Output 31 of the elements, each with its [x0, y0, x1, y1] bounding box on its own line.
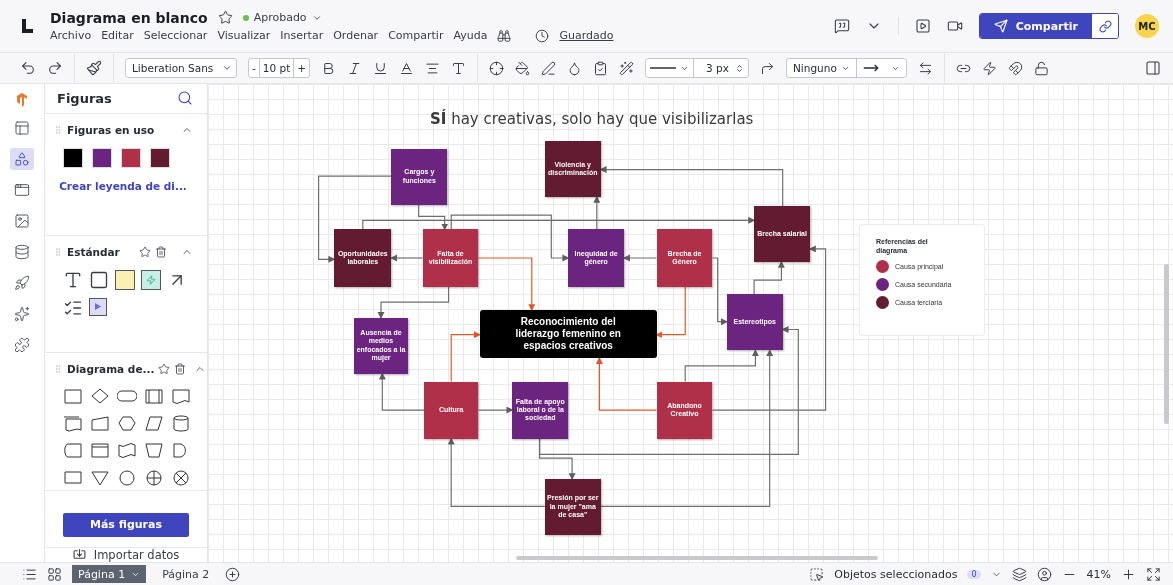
font-size-field[interactable]: 10 pt	[259, 59, 295, 77]
section-title[interactable]: Diagrama de...	[67, 362, 155, 375]
font-dropdown[interactable]: Liberation Sans	[125, 58, 237, 78]
increase-size-button[interactable]: +	[294, 59, 310, 77]
menu-item[interactable]: Seleccionar	[143, 29, 208, 42]
user-avatar[interactable]: MC	[1135, 14, 1159, 38]
page-tab[interactable]: Página 2	[156, 565, 216, 583]
create-legend-link[interactable]: Crear leyenda de di...	[53, 179, 193, 192]
menu-item[interactable]: Visualizar	[217, 29, 271, 42]
selection-count: 0	[967, 569, 981, 579]
menu-item[interactable]: Ordenar	[333, 29, 379, 42]
section-title[interactable]: Figuras en uso	[67, 123, 167, 136]
decrease-size-button[interactable]: -	[249, 59, 260, 77]
more-shapes-button[interactable]: Más figuras	[63, 513, 189, 537]
diagram-node: Reconocimiento del liderazgo femenino en espacios creativos	[479, 310, 657, 359]
share-button[interactable]: Compartir	[979, 14, 1092, 38]
menu-item[interactable]: Compartir	[388, 29, 444, 42]
menu-item[interactable]: Insertar	[280, 29, 324, 42]
document-title: Diagrama en blanco	[50, 9, 208, 26]
menu-item[interactable]: Ayuda	[453, 29, 488, 42]
selection-label: Objetos seleccionados	[834, 567, 958, 581]
menu-item[interactable]: Archivo	[50, 29, 92, 42]
page-tab[interactable]: Página 1	[72, 565, 147, 583]
diagram-title: SÍ hay creativas, solo hay que visibilizarlas	[430, 110, 754, 128]
menu-item[interactable]: Editar	[101, 29, 134, 42]
panel-title: Figuras	[57, 90, 112, 106]
zoom-level: 41%	[1086, 567, 1111, 581]
section-title[interactable]: Estándar	[67, 245, 135, 258]
status-dropdown[interactable]: Aprobado	[242, 11, 322, 24]
saved-link[interactable]: Guardado	[559, 29, 614, 42]
import-data-button[interactable]: Importar datos	[45, 548, 207, 562]
